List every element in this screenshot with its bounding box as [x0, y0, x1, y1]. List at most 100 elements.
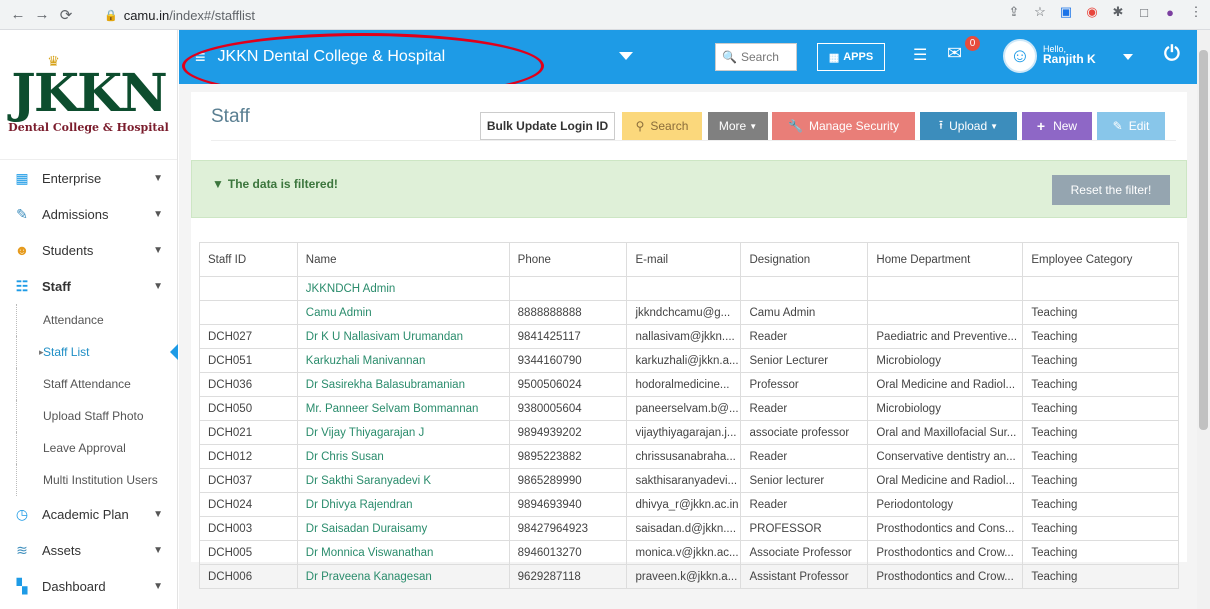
chrome-extension-icon[interactable]: ◉ [1084, 4, 1100, 20]
table-row[interactable]: DCH024 Dr Dhivya Rajendran 9894693940 dhivy… [199, 492, 1179, 517]
table-row[interactable]: DCH005 Dr Monnica Viswanathan 8946013270 mo… [199, 540, 1179, 565]
star-icon[interactable]: ☆ [1032, 4, 1048, 20]
wrench-icon: 🔧 [788, 119, 803, 133]
column-header[interactable]: Home Department [867, 242, 1024, 277]
table-row[interactable]: DCH003 Dr Saisadan Duraisamy 98427964923 sa… [199, 516, 1179, 541]
forward-icon[interactable]: → [30, 3, 54, 27]
institution-name[interactable]: JKKN Dental College & Hospital [218, 48, 446, 66]
avatar[interactable]: ☺ [1003, 39, 1037, 73]
mail-icon[interactable]: ✉ [947, 43, 962, 64]
sidebar-subitem-staff-attendance[interactable]: Staff Attendance [16, 368, 177, 400]
table-cell: sakthisaranyadevi... [626, 468, 742, 493]
menu-icon[interactable]: ⋮ [1188, 4, 1204, 20]
sidebar-subitem-multi-institution-users[interactable]: Multi Institution Users [16, 464, 177, 496]
table-row[interactable]: DCH027 Dr K U Nallasivam Urumandan 9841425… [199, 324, 1179, 349]
table-row[interactable]: DCH006 Dr Praveena Kanagesan 9629287118 pra… [199, 564, 1179, 589]
share-icon[interactable]: ⇪ [1006, 4, 1022, 20]
sidebar-subitem-upload-staff-photo[interactable]: Upload Staff Photo [16, 400, 177, 432]
profile-icon[interactable]: ● [1162, 4, 1178, 20]
table-row[interactable]: DCH036 Dr Sasirekha Balasubramanian 950050… [199, 372, 1179, 397]
search-button[interactable]: ⚲ Search [622, 112, 702, 140]
main-content: Staff Bulk Update Login ID ⚲ Search More ▼… [179, 84, 1197, 609]
column-header[interactable]: E-mail [626, 242, 742, 277]
table-row[interactable]: DCH050 Mr. Panneer Selvam Bommannan 938000… [199, 396, 1179, 421]
table-row[interactable]: JKKNDCH Admin [199, 276, 1179, 301]
column-header[interactable]: Name [296, 242, 510, 277]
column-header[interactable]: Employee Category [1022, 242, 1179, 277]
upload-button[interactable]: ⭱ Upload ▼ [920, 112, 1017, 140]
table-cell[interactable]: Karkuzhali Manivannan [296, 348, 510, 373]
sidebar-subitem-label: Staff List [43, 345, 90, 359]
table-cell[interactable]: Dr Vijay Thiyagarajan J [296, 420, 510, 445]
table-cell[interactable]: Dr Praveena Kanagesan [296, 564, 510, 589]
table-cell[interactable]: Dr Dhivya Rajendran [296, 492, 510, 517]
header-search-input[interactable]: 🔍 Search [715, 43, 797, 71]
column-header[interactable]: Staff ID [199, 242, 298, 277]
caret-down-icon: ▼ [749, 121, 758, 131]
table-cell[interactable]: Dr Chris Susan [296, 444, 510, 469]
user-greeting[interactable]: Hello, Ranjith K [1043, 44, 1096, 65]
sidebar-item-staff[interactable]: ☷ Staff ▼ [0, 268, 177, 304]
table-cell[interactable]: Dr Sasirekha Balasubramanian [296, 372, 510, 397]
puzzle-icon[interactable]: ✱ [1110, 4, 1126, 20]
new-button[interactable]: + New [1022, 112, 1092, 140]
table-cell[interactable]: Dr K U Nallasivam Urumandan [296, 324, 510, 349]
table-cell[interactable]: JKKNDCH Admin [296, 276, 510, 301]
table-cell: Oral Medicine and Radiol... [867, 468, 1024, 493]
sidebar-item-admissions[interactable]: ✎ Admissions ▼ [0, 196, 177, 232]
table-row[interactable]: DCH037 Dr Sakthi Saranyadevi K 9865289990 s… [199, 468, 1179, 493]
table-cell: 9344160790 [508, 348, 628, 373]
table-cell: Teaching [1022, 348, 1179, 373]
window-icon[interactable]: □ [1136, 4, 1152, 20]
table-row[interactable]: DCH051 Karkuzhali Manivannan 9344160790 kar… [199, 348, 1179, 373]
server-icon[interactable]: ☰ [913, 45, 927, 65]
table-cell: Associate Professor [740, 540, 869, 565]
table-cell[interactable]: Mr. Panneer Selvam Bommannan [296, 396, 510, 421]
hamburger-menu-icon[interactable]: ≡ [195, 47, 206, 68]
extension-icon[interactable]: ▣ [1058, 4, 1074, 20]
table-cell: chrissusanabraha... [626, 444, 742, 469]
power-icon[interactable]: ⏻ [1164, 43, 1180, 66]
table-cell: monica.v@jkkn.ac... [626, 540, 742, 565]
coins-icon: ≋ [16, 541, 28, 558]
more-button[interactable]: More ▼ [708, 112, 768, 140]
manage-security-button[interactable]: 🔧 Manage Security [772, 112, 915, 140]
table-cell[interactable]: Dr Monnica Viswanathan [296, 540, 510, 565]
table-row[interactable]: Camu Admin 8888888888 jkkndchcamu@g... Camu… [199, 300, 1179, 325]
back-icon[interactable]: ← [6, 3, 30, 27]
edit-button[interactable]: ✎ Edit [1097, 112, 1165, 140]
table-cell: Teaching [1022, 540, 1179, 565]
table-row[interactable]: DCH012 Dr Chris Susan 9895223882 chrissusan… [199, 444, 1179, 469]
table-cell: 9500506024 [508, 372, 628, 397]
table-cell: Reader [740, 324, 869, 349]
building-icon: ▦ [15, 169, 29, 186]
sidebar-item-dashboard[interactable]: ▚ Dashboard ▼ [0, 568, 177, 604]
user-dropdown-icon[interactable] [1123, 54, 1133, 60]
reset-filter-button[interactable]: Reset the filter! [1052, 175, 1170, 205]
chevron-down-icon: ▼ [153, 280, 163, 292]
sidebar-subitem-staff-list[interactable]: Staff List [16, 336, 178, 368]
table-cell: 9865289990 [508, 468, 628, 493]
sidebar-item-academic-plan[interactable]: ◷ Academic Plan ▼ [0, 496, 177, 532]
column-header[interactable]: Phone [508, 242, 628, 277]
bulk-update-login-button[interactable]: Bulk Update Login ID [480, 112, 615, 140]
reload-icon[interactable]: ⟳ [54, 3, 78, 27]
apps-button[interactable]: ▦ APPS [817, 43, 885, 71]
sidebar-subitem-leave-approval[interactable]: Leave Approval [16, 432, 177, 464]
institution-dropdown-icon[interactable] [619, 52, 633, 60]
grid-icon: ▦ [828, 51, 840, 64]
page-scrollbar[interactable] [1197, 30, 1210, 609]
sidebar-subitem-attendance[interactable]: Attendance [16, 304, 177, 336]
table-row[interactable]: DCH021 Dr Vijay Thiyagarajan J 9894939202 v… [199, 420, 1179, 445]
sidebar-item-enterprise[interactable]: ▦ Enterprise ▼ [0, 160, 177, 196]
column-header[interactable]: Designation [740, 242, 869, 277]
table-cell[interactable]: Dr Saisadan Duraisamy [296, 516, 510, 541]
sidebar-item-assets[interactable]: ≋ Assets ▼ [0, 532, 177, 568]
table-cell: DCH005 [199, 540, 298, 565]
table-cell: DCH051 [199, 348, 298, 373]
table-cell[interactable]: Dr Sakthi Saranyadevi K [296, 468, 510, 493]
scroll-thumb[interactable] [1199, 50, 1208, 430]
table-cell[interactable]: Camu Admin [296, 300, 510, 325]
table-cell: Teaching [1022, 396, 1179, 421]
sidebar-item-students[interactable]: ☻ Students ▼ [0, 232, 177, 268]
